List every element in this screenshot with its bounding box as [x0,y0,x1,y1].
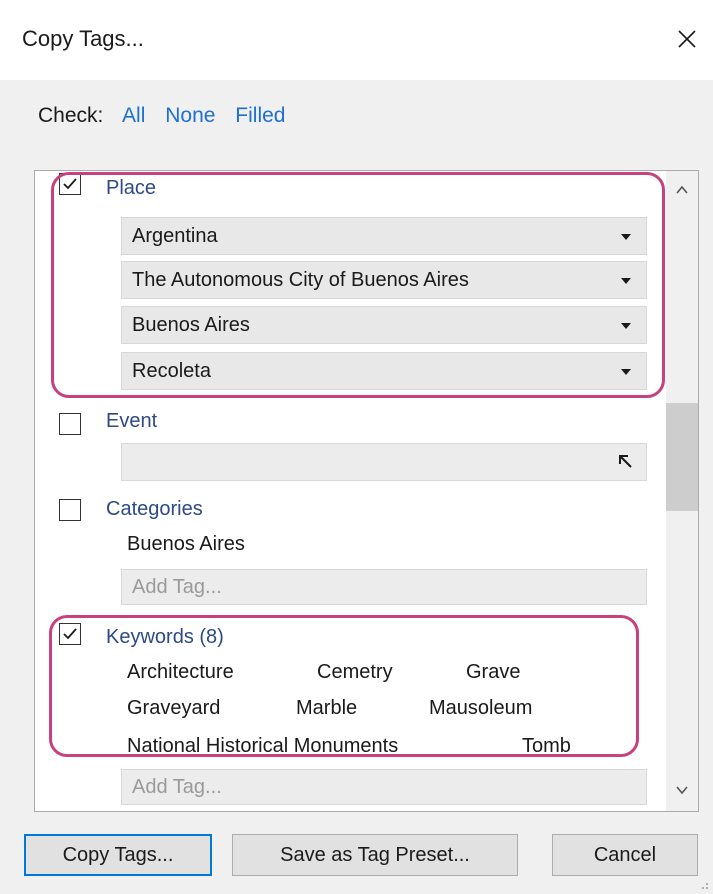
tag-list-content: Place Argentina The Autonomous City of B… [35,171,665,811]
save-tag-preset-button[interactable]: Save as Tag Preset... [232,834,518,876]
keyword-tag[interactable]: Marble [296,697,357,720]
event-checkbox[interactable] [59,413,81,435]
categories-add-tag-placeholder: Add Tag... [132,576,222,598]
arrow-up-left-icon[interactable] [608,446,644,478]
place-country-select[interactable]: Argentina [121,217,647,255]
keywords-checkbox[interactable] [59,623,81,645]
categories-label: Categories [106,498,203,520]
keyword-tag[interactable]: Tomb [522,735,571,758]
vertical-scrollbar[interactable] [666,171,698,811]
check-label: Check: [38,104,104,127]
categories-checkbox[interactable] [59,499,81,521]
chevron-down-icon[interactable] [606,262,646,298]
keywords-add-tag-input[interactable]: Add Tag... [121,769,647,805]
chevron-down-icon[interactable] [606,353,646,389]
keyword-tag[interactable]: Mausoleum [429,697,532,720]
check-row: Check: All None Filled [38,104,299,128]
place-location-value: Recoleta [132,360,211,382]
place-country-value: Argentina [132,225,218,247]
keyword-tag[interactable]: National Historical Monuments [127,735,398,758]
keyword-tag[interactable]: Architecture [127,661,234,684]
place-state-value: The Autonomous City of Buenos Aires [132,269,469,291]
categories-add-tag-input[interactable]: Add Tag... [121,569,647,605]
keyword-tag[interactable]: Graveyard [127,697,220,720]
event-label: Event [106,410,158,432]
title-bar: Copy Tags... [0,0,713,80]
place-checkbox[interactable] [59,173,81,195]
resize-grip-icon[interactable] [697,878,709,890]
dialog-title: Copy Tags... [22,26,144,51]
check-none-link[interactable]: None [165,104,215,127]
keyword-tag[interactable]: Grave [466,661,520,684]
chevron-down-icon[interactable] [606,218,646,254]
place-label: Place [106,177,157,199]
chevron-down-icon[interactable] [606,307,646,343]
check-filled-link[interactable]: Filled [235,104,285,127]
place-city-value: Buenos Aires [132,314,250,336]
event-field[interactable] [121,443,647,481]
copy-tags-dialog: Copy Tags... Check: All None Filled Plac… [0,0,713,894]
cancel-button[interactable]: Cancel [552,834,698,876]
tag-list-panel[interactable]: Place Argentina The Autonomous City of B… [34,170,699,812]
scrollbar-thumb[interactable] [666,403,698,511]
keywords-label: Keywords (8) [106,626,224,648]
place-city-select[interactable]: Buenos Aires [121,306,647,344]
check-all-link[interactable]: All [122,104,145,127]
keyword-tag[interactable]: Cemetry [317,661,393,684]
place-location-select[interactable]: Recoleta [121,352,647,390]
category-tag: Buenos Aires [127,533,245,555]
close-icon[interactable] [664,16,708,60]
scroll-down-icon[interactable] [675,783,689,797]
place-state-select[interactable]: The Autonomous City of Buenos Aires [121,261,647,299]
keywords-add-tag-placeholder: Add Tag... [132,776,222,798]
copy-tags-button[interactable]: Copy Tags... [24,834,212,876]
scroll-up-icon[interactable] [675,183,689,197]
